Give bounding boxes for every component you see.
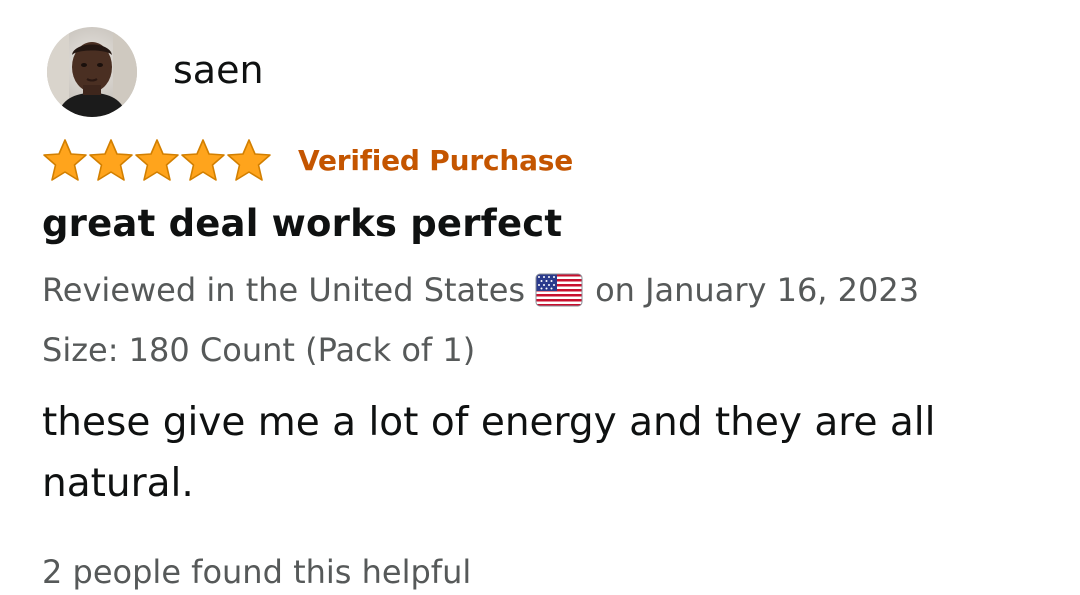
product-size-variant[interactable]: Size: 180 Count (Pack of 1)	[42, 330, 1042, 370]
star-icon	[226, 138, 272, 182]
reviewer-name[interactable]: saen	[173, 51, 264, 89]
avatar[interactable]	[47, 27, 137, 117]
star-icon	[180, 138, 226, 182]
reviewer-profile[interactable]: saen	[42, 26, 1042, 118]
review-date: on January 16, 2023	[595, 271, 920, 309]
avatar-image	[47, 27, 137, 117]
review-meta: Reviewed in the United States on January…	[42, 270, 1042, 310]
verified-purchase-badge: Verified Purchase	[298, 143, 574, 177]
helpful-count: 2 people found this helpful	[42, 553, 472, 591]
star-icon	[42, 138, 88, 182]
reviewed-in-text: Reviewed in the United States	[42, 271, 526, 309]
star-rating[interactable]	[42, 138, 272, 182]
star-icon	[134, 138, 180, 182]
us-flag-icon	[535, 273, 583, 307]
review-body: these give me a lot of energy and they a…	[42, 400, 936, 506]
rating-row: Verified Purchase	[42, 138, 1042, 182]
star-icon	[88, 138, 134, 182]
review-card: saen Verified Purchase great deal works …	[42, 26, 1042, 592]
review-title: great deal works perfect	[42, 202, 563, 245]
